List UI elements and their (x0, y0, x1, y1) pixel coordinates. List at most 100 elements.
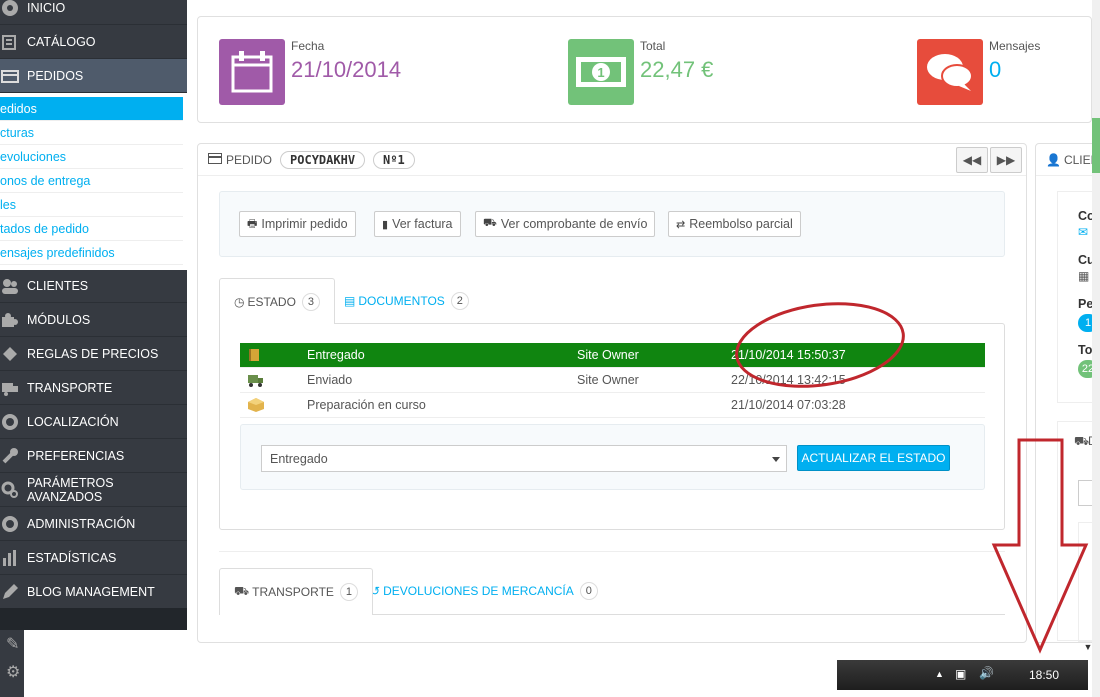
menu-item-clientes[interactable]: CLIENTES (0, 269, 187, 303)
orders-icon (0, 65, 20, 87)
calendar-icon: ▦ (1078, 269, 1090, 283)
sidebar-footer (0, 608, 187, 630)
sidebar-collapsed-strip: ✎ ⚙ (0, 630, 24, 697)
cogs-icon (0, 479, 20, 501)
submenu-item-estados-pedido[interactable]: tados de pedido (0, 217, 183, 241)
partial-refund-button[interactable]: ⇄ Reembolso parcial (668, 211, 801, 237)
catalog-icon (0, 31, 20, 53)
email-icon[interactable]: ✉ (1078, 225, 1088, 239)
table-row: Enviado Site Owner 22/10/2014 13:42:15 (240, 368, 985, 393)
gear-icon: ⚙ (6, 664, 21, 681)
shipped-truck-icon (248, 373, 264, 387)
price-rules-icon (0, 343, 20, 365)
change-state-form: Entregado ACTUALIZAR EL ESTADO (240, 424, 985, 490)
kpi-messages-value: 0 (989, 57, 1002, 82)
customers-icon (0, 275, 20, 297)
print-order-button[interactable]: 🖶 Imprimir pedido (239, 211, 356, 237)
submenu-item-estados[interactable]: les (0, 193, 183, 217)
table-row: Preparación en curso 21/10/2014 07:03:28 (240, 393, 985, 418)
order-reference: POCYDAKHV (280, 150, 366, 169)
submenu-item-facturas[interactable]: cturas (0, 121, 183, 145)
clock-icon: ◷ (234, 294, 245, 309)
order-state-select[interactable]: Entregado (261, 445, 787, 472)
order-kpi-panel: Fecha 21/10/2014 1 Total 22,47 € Mensaje… (197, 16, 1092, 123)
tab-estado[interactable]: ◷ ESTADO 3 (219, 278, 335, 324)
menu-item-inicio[interactable]: INICIO (0, 0, 187, 25)
order-panel: PEDIDO POCYDAKHV Nº1 ◀◀ ▶▶ 🖶 Imprimir ped… (197, 143, 1027, 643)
network-icon[interactable]: ▣ (955, 667, 966, 681)
tab-estado-content: Entregado Site Owner 21/10/2014 15:50:37… (219, 323, 1005, 530)
menu-item-localizacion[interactable]: LOCALIZACIÓN (0, 405, 187, 439)
show-hidden-icons[interactable]: ▲ (935, 669, 944, 679)
kpi-total-value: 22,47 € (640, 57, 714, 82)
forward-icon: ▶▶ (996, 153, 1016, 167)
taskbar-clock[interactable]: 18:50 (1029, 668, 1059, 682)
submenu-item-pedidos[interactable]: edidos (0, 97, 183, 121)
scroll-down-arrow[interactable]: ▼ (1082, 642, 1094, 656)
tab-documentos[interactable]: ▤ DOCUMENTOS 2 (330, 278, 483, 324)
exchange-icon: ⇄ (676, 218, 686, 231)
truck-icon (0, 377, 20, 399)
tab-devoluciones[interactable]: ↺ DEVOLUCIONES DE MERCANCÍA 0 (356, 568, 612, 614)
chevron-down-icon (772, 457, 780, 462)
menu-item-catalogo[interactable]: CATÁLOGO (0, 25, 187, 59)
windows-taskbar: ▲ ▣ 🔊 18:50 (837, 660, 1088, 690)
menu-item-reglas-precios[interactable]: REGLAS DE PRECIOS (0, 337, 187, 371)
puzzle-icon (0, 309, 20, 331)
next-order-button[interactable]: ▶▶ (990, 147, 1022, 173)
menu-item-preferencias[interactable]: PREFERENCIAS (0, 439, 187, 473)
globe-icon (0, 411, 20, 433)
submenu-item-vales[interactable]: onos de entrega (0, 169, 183, 193)
window-edge (1092, 0, 1100, 697)
backward-icon: ◀◀ (962, 153, 982, 167)
order-nav: ◀◀ ▶▶ (954, 147, 1022, 173)
submenu-item-devoluciones[interactable]: evoluciones (0, 145, 183, 169)
chat-icon (917, 39, 983, 105)
order-history-table: Entregado Site Owner 21/10/2014 15:50:37… (240, 343, 985, 418)
user-icon: 👤 (1046, 152, 1061, 167)
dashboard-icon (0, 0, 20, 19)
menu-item-pedidos[interactable]: PEDIDOS (0, 59, 187, 93)
update-state-button[interactable]: ACTUALIZAR EL ESTADO (797, 445, 950, 471)
menu-item-estadisticas[interactable]: ESTADÍSTICAS (0, 541, 187, 575)
gear-icon (0, 513, 20, 535)
book-icon (248, 348, 264, 362)
document-icon: ▤ (344, 294, 356, 308)
view-delivery-slip-button[interactable]: ⛟ Ver comprobante de envío (475, 211, 656, 237)
calendar-icon (219, 39, 285, 105)
truck-icon: ⛟ (483, 217, 497, 229)
file-icon: ▮ (382, 218, 389, 231)
submenu-item-mensajes[interactable]: ensajes predefinidos (0, 241, 183, 265)
menu-item-administracion[interactable]: ADMINISTRACIÓN (0, 507, 187, 541)
order-title: PEDIDO (226, 152, 273, 167)
previous-order-button[interactable]: ◀◀ (956, 147, 988, 173)
table-row: Entregado Site Owner 21/10/2014 15:50:37 (240, 343, 985, 368)
view-invoice-button[interactable]: ▮ Ver factura (374, 211, 461, 237)
credit-card-icon (208, 152, 222, 167)
pencil-icon (0, 581, 20, 603)
order-tabs: ◷ ESTADO 3 ▤ DOCUMENTOS 2 Entregado Site… (219, 278, 1005, 530)
truck-icon: ⛟ (1074, 434, 1090, 448)
shipping-tabs: ⛟ TRANSPORTE 1 ↺ DEVOLUCIONES DE MERCANC… (219, 551, 1005, 644)
print-icon: 🖶 (247, 217, 258, 230)
wrench-icon (0, 445, 20, 467)
order-actions: 🖶 Imprimir pedido ▮ Ver factura ⛟ Ver compr… (219, 191, 1005, 257)
order-number: Nº1 (373, 150, 415, 169)
sidebar: INICIO CATÁLOGO PEDIDOS edidos cturas ev… (0, 0, 187, 630)
menu-item-modulos[interactable]: MÓDULOS (0, 303, 187, 337)
truck-icon: ⛟ (234, 584, 250, 598)
orders-submenu: edidos cturas evoluciones onos de entreg… (0, 93, 187, 270)
package-icon (248, 398, 264, 412)
svg-text:1: 1 (597, 65, 604, 80)
kpi-date-value: 21/10/2014 (291, 57, 402, 82)
menu-item-transporte[interactable]: TRANSPORTE (0, 371, 187, 405)
pencil-icon: ✎ (6, 636, 20, 653)
tab-transporte[interactable]: ⛟ TRANSPORTE 1 (219, 568, 373, 615)
status-accent (1092, 118, 1100, 173)
bar-chart-icon (0, 547, 20, 569)
menu-item-parametros-avanzados[interactable]: PARÁMETROS AVANZADOS (0, 473, 187, 507)
customer-panel-header: 👤 CLIENT (1036, 144, 1099, 176)
money-icon: 1 (568, 39, 634, 105)
volume-icon[interactable]: 🔊 (979, 666, 994, 680)
menu-item-blog-management[interactable]: BLOG MANAGEMENT (0, 575, 187, 609)
